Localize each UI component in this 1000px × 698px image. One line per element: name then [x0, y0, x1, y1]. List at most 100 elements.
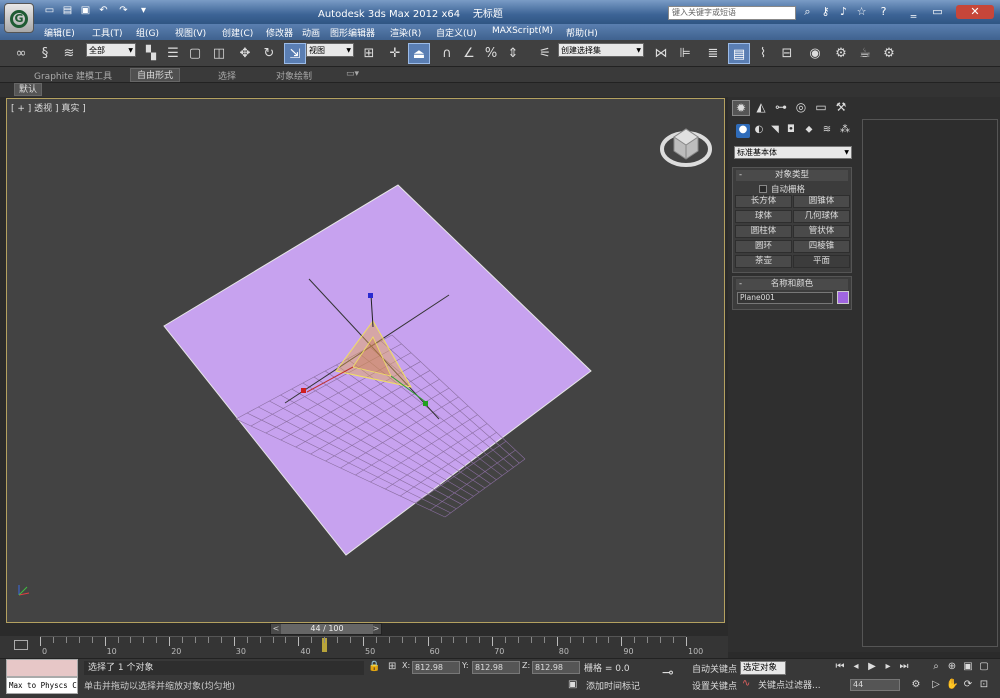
utilities-tab-icon[interactable]: ⚒	[832, 100, 850, 116]
zoom-extents-all-icon[interactable]: ▢	[978, 661, 990, 675]
cylinder-button[interactable]: 圆柱体	[735, 225, 792, 238]
object-color-swatch[interactable]	[837, 291, 849, 304]
cameras-icon[interactable]: ◘	[784, 124, 798, 138]
align-icon[interactable]: ⊫	[674, 43, 696, 64]
create-tab-icon[interactable]: ✹	[732, 100, 750, 116]
scale-icon[interactable]: ⇲	[284, 43, 306, 64]
key-icon[interactable]: ⊸	[662, 665, 674, 681]
zoom-icon[interactable]: ⌕	[930, 661, 942, 675]
menu-edit[interactable]: 编辑(E)	[44, 26, 75, 39]
menu-view[interactable]: 视图(V)	[175, 26, 206, 39]
tube-button[interactable]: 管状体	[793, 225, 850, 238]
tab-freeform[interactable]: 自由形式	[130, 68, 181, 82]
material-editor-icon[interactable]: ◉	[804, 43, 826, 64]
absolute-mode-icon[interactable]: ⊞	[388, 661, 396, 672]
zoom-extents-icon[interactable]: ▣	[962, 661, 974, 675]
motion-tab-icon[interactable]: ◎	[792, 100, 810, 116]
lock-selection-icon[interactable]: 🔒	[368, 661, 380, 672]
render-setup-icon[interactable]: ⚙	[830, 43, 852, 64]
gizmo-y-handle[interactable]	[423, 401, 428, 406]
time-slider[interactable]: < 44 / 100 >	[270, 623, 382, 635]
angle-snap-icon[interactable]: ∠	[458, 43, 480, 64]
current-frame-field[interactable]: 44	[850, 679, 900, 691]
maxscript-output[interactable]: Max to Physcs C	[6, 677, 78, 694]
subscription-icon[interactable]: ⚷	[818, 5, 833, 19]
play-icon[interactable]: ▶	[866, 661, 878, 675]
display-tab-icon[interactable]: ▭	[812, 100, 830, 116]
select-by-name-icon[interactable]: ☰	[162, 43, 184, 64]
add-time-tag[interactable]: 添加时间标记	[586, 679, 640, 692]
ribbon-options-icon[interactable]: ▭▾	[346, 69, 359, 79]
rect-selection-icon[interactable]: ▢	[184, 43, 206, 64]
menu-maxscript[interactable]: MAXScript(M)	[492, 26, 553, 36]
pyramid-button[interactable]: 四棱锥	[793, 240, 850, 253]
selection-filter-dropdown[interactable]: 全部	[86, 43, 136, 57]
y-coord-field[interactable]: 812.98	[472, 661, 520, 674]
link-icon[interactable]: ∞	[10, 43, 32, 64]
name-color-header[interactable]: 名称和颜色	[736, 279, 848, 290]
named-selection-dropdown[interactable]: 创建选择集	[558, 43, 644, 57]
time-tag-icon[interactable]: ▣	[568, 679, 577, 690]
tab-graphite-modeling[interactable]: Graphite 建模工具	[34, 69, 112, 82]
checkbox-icon[interactable]	[759, 185, 767, 193]
manipulate-icon[interactable]: ✛	[384, 43, 406, 64]
autogrid-checkbox[interactable]: 自动栅格	[759, 183, 805, 195]
systems-icon[interactable]: ⁂	[838, 124, 852, 138]
geosphere-button[interactable]: 几何球体	[793, 210, 850, 223]
modify-tab-icon[interactable]: ◭	[752, 100, 770, 116]
prev-frame-arrow-icon[interactable]: <	[271, 624, 281, 634]
maximize-button[interactable]: ▭	[930, 5, 945, 19]
menu-modifiers[interactable]: 修改器	[266, 26, 293, 39]
plane-button[interactable]: 平面	[793, 255, 850, 268]
key-selection-set-dropdown[interactable]: 选定对象	[740, 661, 786, 675]
lights-icon[interactable]: ◥	[768, 124, 782, 138]
layer-manager-icon[interactable]: ≣	[702, 43, 724, 64]
undo-icon[interactable]: ↶	[96, 5, 111, 19]
qat-dropdown-icon[interactable]: ▾	[136, 5, 151, 19]
maximize-viewport-icon[interactable]: ⊡	[978, 679, 990, 693]
next-frame-icon[interactable]: ▸	[882, 661, 894, 675]
torus-button[interactable]: 圆环	[735, 240, 792, 253]
gizmo-x-handle[interactable]	[301, 388, 306, 393]
space-warps-icon[interactable]: ≋	[820, 124, 834, 138]
maxscript-mini-listener[interactable]	[6, 659, 78, 677]
render-production-icon[interactable]: ⚙	[878, 43, 900, 64]
rendered-frame-icon[interactable]: ☕	[854, 43, 876, 64]
auto-key-button[interactable]: 自动关键点	[692, 662, 737, 675]
frame-ruler[interactable]: 0 10 20 30 40 50 60 70 80 90 100	[40, 636, 703, 658]
next-frame-arrow-icon[interactable]: >	[371, 624, 381, 634]
field-of-view-icon[interactable]: ▷	[930, 679, 942, 693]
schematic-view-icon[interactable]: ⊟	[776, 43, 798, 64]
goto-end-icon[interactable]: ⏭	[898, 661, 910, 675]
select-object-icon[interactable]: ▚	[140, 43, 162, 64]
cone-button[interactable]: 圆锥体	[793, 195, 850, 208]
key-filter-icon[interactable]: ∿	[742, 678, 750, 689]
menu-animation[interactable]: 动画	[302, 26, 320, 39]
goto-start-icon[interactable]: ⏮	[834, 661, 846, 675]
spinner-snap-icon[interactable]: ⇕	[502, 43, 524, 64]
curve-editor-icon[interactable]: ⌇	[752, 43, 774, 64]
graphite-toggle-icon[interactable]: ▤	[728, 43, 750, 64]
set-key-button[interactable]: 设置关键点	[692, 679, 737, 692]
object-type-header[interactable]: 对象类型	[736, 170, 848, 181]
close-button[interactable]: ✕	[956, 5, 994, 19]
track-bar[interactable]: 0 10 20 30 40 50 60 70 80 90 100	[0, 636, 728, 658]
gizmo-z-handle[interactable]	[368, 293, 373, 298]
communication-icon[interactable]: ♪	[836, 5, 851, 19]
menu-tools[interactable]: 工具(T)	[92, 26, 123, 39]
tab-selection[interactable]: 选择	[218, 69, 236, 82]
menu-group[interactable]: 组(G)	[136, 26, 159, 39]
unlink-icon[interactable]: §	[34, 43, 56, 64]
save-icon[interactable]: ▣	[78, 5, 93, 19]
maxscript-listener[interactable]: Max to Physcs C	[6, 659, 78, 695]
shapes-icon[interactable]: ◐	[752, 124, 766, 138]
pan-icon[interactable]: ✋	[946, 679, 958, 693]
time-slider-label[interactable]: 44 / 100	[281, 624, 373, 634]
window-crossing-icon[interactable]: ◫	[208, 43, 230, 64]
bind-space-warp-icon[interactable]: ≋	[58, 43, 80, 64]
app-menu-button[interactable]: G	[4, 3, 34, 33]
menu-customize[interactable]: 自定义(U)	[436, 26, 477, 39]
perspective-viewport[interactable]: [ + ] 透视 ] 真实 ]	[6, 98, 725, 623]
new-file-icon[interactable]: ▭	[42, 5, 57, 19]
move-icon[interactable]: ✥	[234, 43, 256, 64]
